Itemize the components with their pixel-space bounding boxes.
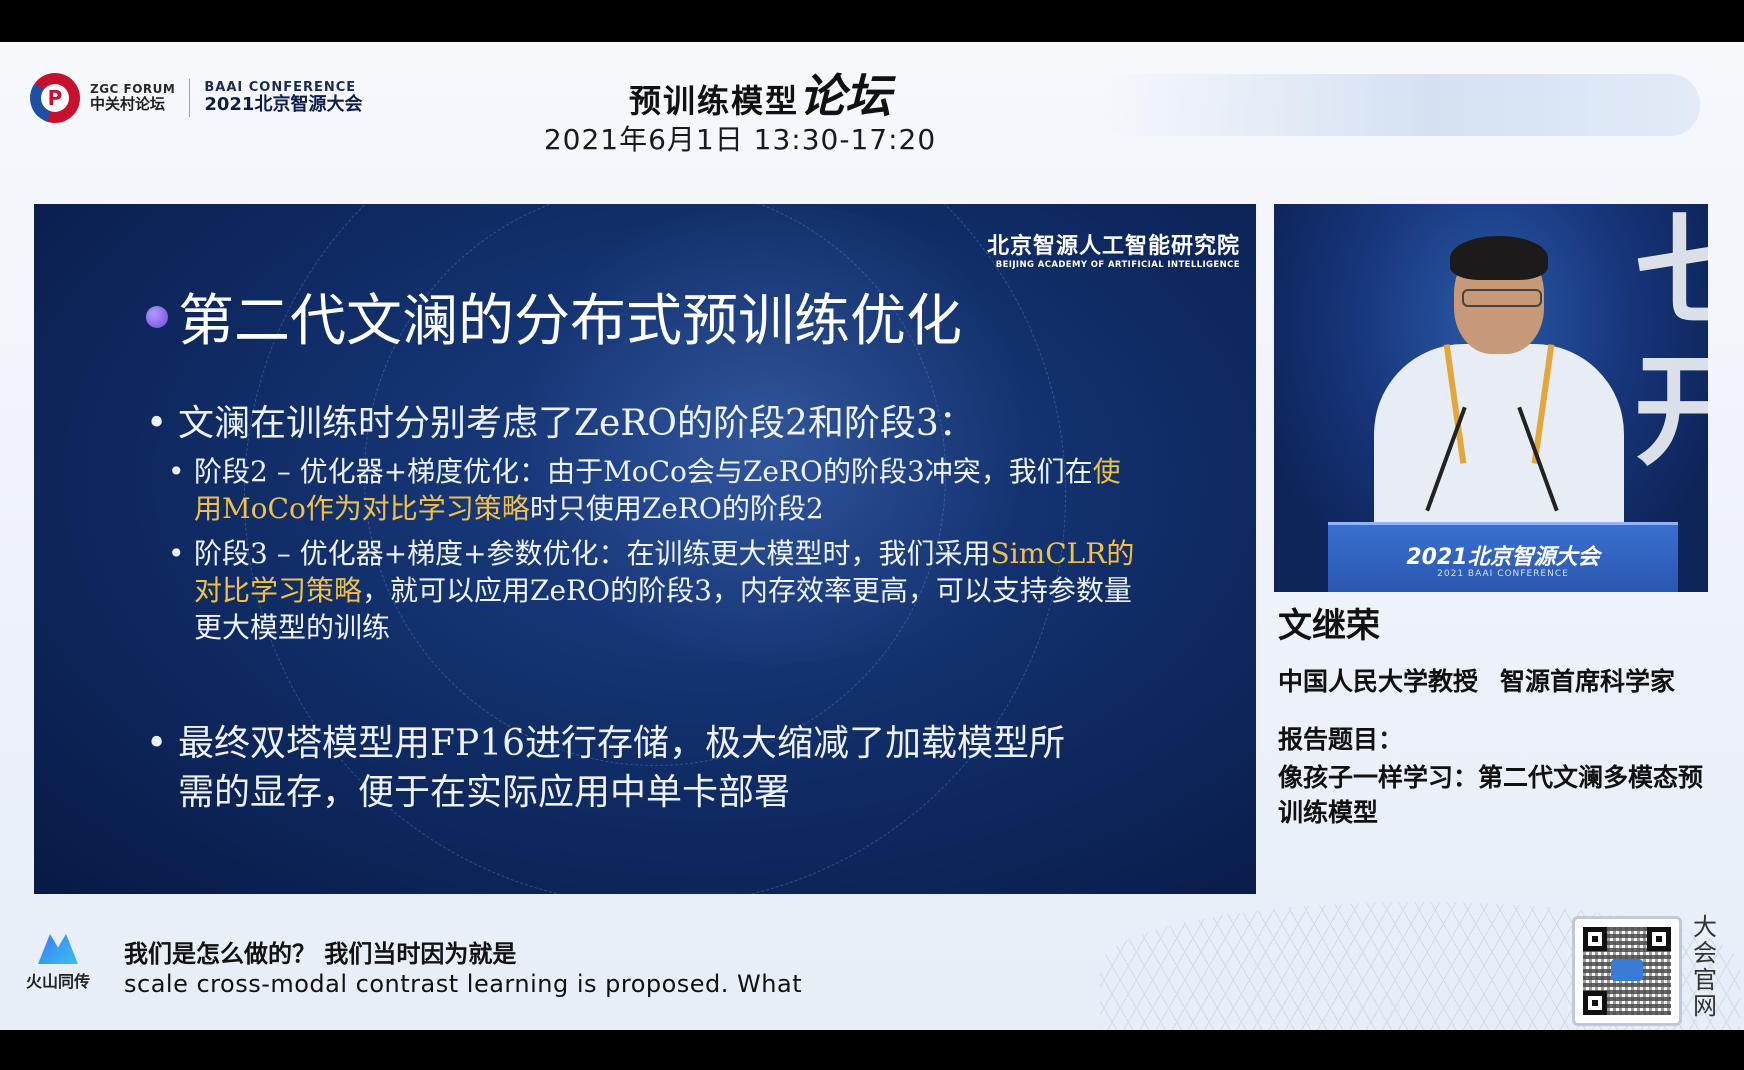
conference-logos: P ZGC FORUM 中关村论坛 BAAI CONFERENCE 2021北京… — [30, 70, 362, 126]
subtitle-english: scale cross-modal contrast learning is p… — [124, 970, 803, 998]
bullet-dot-icon: • — [146, 403, 168, 444]
speaker-role-1: 中国人民大学教授 — [1278, 667, 1479, 696]
institute-logo: 北京智源人工智能研究院 BEIJING ACADEMY OF ARTIFICIA… — [987, 228, 1240, 270]
speaker-video: 七 开 2021北京智源大会 2021 BAAI CONFERENCE — [1274, 204, 1708, 592]
subbullet-2-prefix: 阶段3 – 优化器+梯度+参数优化：在训练更大模型时，我们采用 — [194, 537, 991, 570]
podium-text: 2021北京智源大会 — [1406, 545, 1600, 570]
stage-backdrop-glyph: 开 — [1634, 343, 1708, 482]
presentation-slide: 北京智源人工智能研究院 BEIJING ACADEMY OF ARTIFICIA… — [34, 204, 1256, 894]
broadcast-frame: P ZGC FORUM 中关村论坛 BAAI CONFERENCE 2021北京… — [0, 42, 1744, 1030]
forum-title: 预训练模型论坛 — [560, 60, 960, 126]
speaker-name: 文继荣 — [1278, 606, 1380, 646]
logo-divider — [189, 79, 191, 117]
slide-title-row: 第二代文澜的分布式预训练优化 — [146, 276, 962, 357]
zgc-logo-cn: 中关村论坛 — [90, 95, 166, 114]
purple-orb-icon — [146, 305, 168, 328]
speaker-glasses — [1462, 289, 1542, 307]
qr-finder — [1583, 991, 1607, 1015]
volcano-icon — [38, 934, 78, 964]
subbullet-1-prefix: 阶段2 – 优化器+梯度优化：由于MoCo会与ZeRO的阶段3冲突，我们在 — [194, 455, 1093, 488]
qr-center-logo — [1611, 959, 1643, 981]
podium-subtext: 2021 BAAI CONFERENCE — [1437, 569, 1569, 579]
header-decor-band — [1100, 74, 1700, 136]
translation-provider-name: 火山同传 — [25, 972, 90, 991]
speaker-role: 中国人民大学教授 智源首席科学家 — [1278, 662, 1675, 698]
baai-logo-cn: 2021北京智源大会 — [204, 94, 363, 116]
subbullet-1-suffix: 时只使用ZeRO的阶段2 — [529, 491, 824, 525]
qr-code-icon — [1572, 916, 1682, 1026]
bullet-dot-icon: • — [168, 537, 185, 570]
qr-finder — [1583, 927, 1607, 951]
slide-bullet-1: • 文澜在训练时分别考虑了ZeRO的阶段2和阶段3： — [146, 400, 975, 449]
talk-title-label: 报告题目： — [1278, 725, 1404, 754]
slide-title: 第二代文澜的分布式预训练优化 — [178, 289, 962, 354]
zgc-logo-text: ZGC FORUM 中关村论坛 — [90, 82, 175, 114]
bullet-dot-icon: • — [146, 723, 168, 764]
slide-subbullet-2: • 阶段3 – 优化器+梯度+参数优化：在训练更大模型时，我们采用SimCLR的… — [168, 536, 1144, 647]
qr-label: 大会官网 — [1693, 913, 1717, 1021]
speaker-role-2: 智源首席科学家 — [1500, 667, 1676, 696]
institute-name-cn: 北京智源人工智能研究院 — [986, 234, 1240, 259]
slide-bullet-1-text: 文澜在训练时分别考虑了ZeRO的阶段2和阶段3： — [178, 403, 975, 444]
forum-title-part1: 预训练模型 — [628, 82, 799, 120]
bullet-dot-icon: • — [168, 455, 185, 488]
forum-date: 2021年6月1日 13:30-17:20 — [543, 123, 937, 156]
qr-finder — [1647, 927, 1671, 951]
slide-bullet-2: • 最终双塔模型用FP16进行存储，极大缩减了加载模型所需的显存，便于在实际应用中… — [146, 720, 1086, 817]
translation-provider-logo: 火山同传 — [20, 934, 96, 992]
baai-logo: BAAI CONFERENCE 2021北京智源大会 — [204, 80, 363, 116]
talk-title: 像孩子一样学习：第二代文澜多模态预训练模型 — [1278, 763, 1704, 827]
subtitle-chinese: 我们是怎么做的？ 我们当时因为就是 — [124, 940, 517, 968]
slide-subbullet-1: • 阶段2 – 优化器+梯度优化：由于MoCo会与ZeRO的阶段3冲突，我们在使… — [168, 454, 1144, 528]
podium: 2021北京智源大会 2021 BAAI CONFERENCE — [1328, 522, 1678, 592]
institute-name-en: BEIJING ACADEMY OF ARTIFICIAL INTELLIGEN… — [995, 260, 1240, 270]
zgc-logo-icon: P — [30, 73, 80, 123]
slide-bullet-2-text: 最终双塔模型用FP16进行存储，极大缩减了加载模型所需的显存，便于在实际应用中单… — [178, 723, 1066, 813]
speaker-hair — [1450, 236, 1548, 280]
forum-title-part2: 论坛 — [799, 69, 891, 123]
